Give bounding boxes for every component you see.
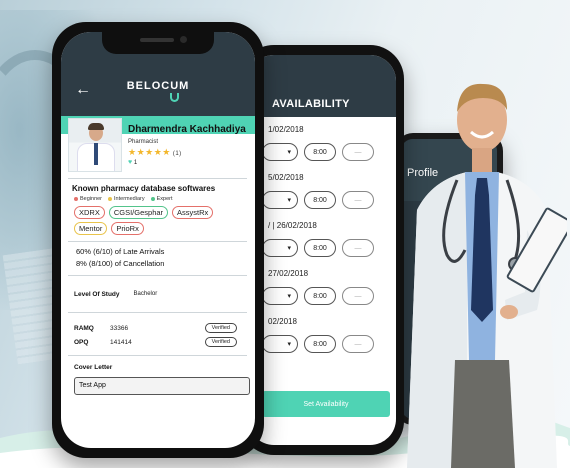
study-value: Bachelor	[133, 291, 158, 297]
attendance-stats: 60% (6/10) of Late Arrivals 8% (8/100) o…	[68, 242, 247, 275]
verified-badge: Verified	[204, 323, 237, 333]
end-time-input[interactable]: —	[342, 335, 374, 353]
availability-header: AVAILABILITY	[248, 55, 396, 117]
start-time-input[interactable]: 8:00	[304, 287, 336, 305]
end-time-input[interactable]: —	[342, 239, 374, 257]
availability-row: 27/02/2018 ▾ 8:00 —	[262, 269, 396, 305]
end-time-input[interactable]: —	[342, 143, 374, 161]
day-select[interactable]: ▾	[262, 287, 298, 305]
star-icons: ★★★★★	[128, 147, 171, 157]
profile-card: Dharmendra Kachhadiya Pharmacist ★★★★★ (1…	[68, 118, 249, 172]
availability-title: AVAILABILITY	[272, 98, 350, 110]
skill-tag: PrioRx	[111, 222, 144, 235]
legend-expert: Expert	[150, 196, 173, 202]
start-time-input[interactable]: 8:00	[304, 191, 336, 209]
license-row: RAMQ 33366 Verified	[74, 321, 247, 335]
likes: ♥ 1	[128, 159, 246, 166]
skills-title: Known pharmacy database softwares	[72, 184, 216, 193]
availability-date: 02/2018	[268, 317, 297, 326]
day-select[interactable]: ▾	[262, 143, 298, 161]
front-phone: ← BELOCUM Dharmendra Kachhadiya Pharmaci…	[52, 22, 264, 458]
skill-tag: XDRX	[74, 206, 105, 219]
cancellation-stat: 8% (8/100) of Cancellation	[76, 259, 165, 268]
heart-icon: ♥	[128, 159, 133, 166]
availability-date: 5/02/2018	[268, 173, 304, 182]
availability-row: 1/02/2018 ▾ 8:00 —	[262, 125, 396, 161]
cover-letter-label: Cover Letter	[74, 364, 113, 371]
availability-date: 1/02/2018	[268, 125, 304, 134]
license-number: 33366	[110, 324, 129, 332]
license-list: RAMQ 33366 Verified OPQ 141414 Verified	[68, 313, 247, 355]
profile-role: Pharmacist	[128, 139, 159, 145]
availability-row: / | 26/02/2018 ▾ 8:00 —	[262, 221, 396, 257]
divider	[68, 355, 247, 356]
middle-phone-screen: AVAILABILITY 1/02/2018 ▾ 8:00 — 5/02/201…	[248, 55, 396, 445]
skill-tags: XDRX CGSI/Gesphar AssystRx Mentor PrioRx	[74, 206, 242, 235]
profile-info: Dharmendra Kachhadiya Pharmacist ★★★★★ (1…	[122, 118, 246, 172]
middle-phone: AVAILABILITY 1/02/2018 ▾ 8:00 — 5/02/201…	[240, 45, 404, 455]
rating-count: (1)	[172, 151, 182, 157]
day-select[interactable]: ▾	[262, 335, 298, 353]
chevron-down-icon: ▾	[287, 149, 291, 156]
start-time-input[interactable]: 8:00	[304, 239, 336, 257]
skill-tag: Mentor	[74, 222, 108, 235]
legend-beginner: Beginner	[74, 196, 102, 202]
availability-date: / | 26/02/2018	[268, 221, 317, 230]
cover-letter-field[interactable]: Test App	[74, 377, 250, 395]
chevron-down-icon: ▾	[287, 197, 291, 204]
start-time-input[interactable]: 8:00	[304, 143, 336, 161]
profile-content: Known pharmacy database softwares Beginn…	[68, 178, 250, 395]
doctor-illustration	[407, 83, 567, 468]
day-select[interactable]: ▾	[262, 191, 298, 209]
skill-legend: Beginner Intermediary Expert	[74, 196, 247, 202]
speaker-grille	[140, 38, 174, 42]
late-arrivals-stat: 60% (6/10) of Late Arrivals	[76, 247, 165, 256]
level-of-study: Level Of Study Bachelor	[74, 276, 247, 312]
front-phone-screen: ← BELOCUM Dharmendra Kachhadiya Pharmaci…	[61, 32, 255, 448]
availability-date: 27/02/2018	[268, 269, 309, 278]
divider	[68, 178, 247, 179]
license-key: RAMQ	[74, 324, 94, 332]
skill-tag: CGSI/Gesphar	[108, 206, 169, 219]
availability-list: 1/02/2018 ▾ 8:00 — 5/02/2018 ▾ 8:00 — / …	[248, 117, 396, 353]
start-time-input[interactable]: 8:00	[304, 335, 336, 353]
skill-tag: AssystRx	[172, 206, 214, 219]
set-availability-button[interactable]: Set Availability	[262, 391, 390, 417]
chevron-down-icon: ▾	[287, 293, 291, 300]
camera-icon	[180, 36, 187, 43]
license-row: OPQ 141414 Verified	[74, 335, 247, 349]
profile-name: Dharmendra Kachhadiya	[128, 124, 246, 135]
license-key: OPQ	[74, 338, 89, 346]
study-label: Level Of Study	[74, 290, 120, 298]
day-select[interactable]: ▾	[262, 239, 298, 257]
app-logo: BELOCUM	[126, 80, 190, 92]
license-number: 141414	[110, 338, 132, 346]
availability-row: 02/2018 ▾ 8:00 —	[262, 317, 396, 353]
star-rating: ★★★★★ (1)	[128, 147, 246, 158]
phone-notch	[102, 32, 214, 54]
legend-intermediary: Intermediary	[108, 196, 145, 202]
end-time-input[interactable]: —	[342, 287, 374, 305]
stethoscope-logo-icon	[170, 93, 179, 102]
chevron-down-icon: ▾	[287, 341, 291, 348]
availability-row: 5/02/2018 ▾ 8:00 —	[262, 173, 396, 209]
likes-count: 1	[133, 160, 138, 166]
avatar	[68, 118, 122, 172]
verified-badge: Verified	[204, 337, 237, 347]
end-time-input[interactable]: —	[342, 191, 374, 209]
chevron-down-icon: ▾	[287, 245, 291, 252]
